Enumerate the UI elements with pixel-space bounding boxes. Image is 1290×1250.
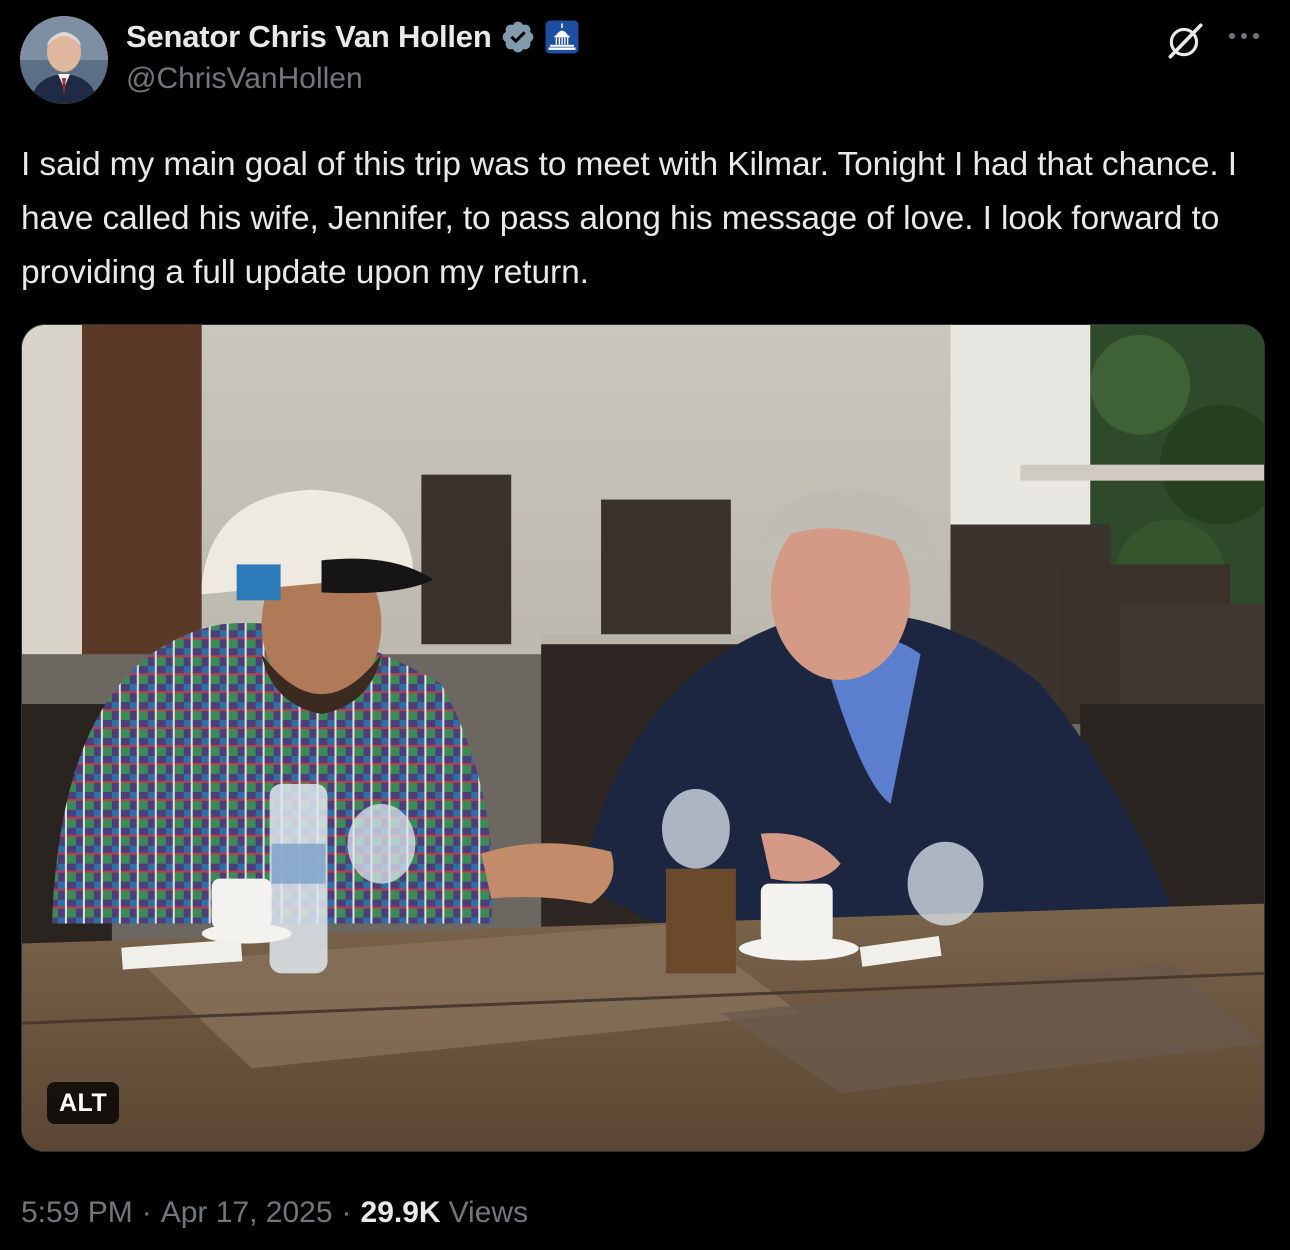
grok-icon[interactable] [1164,20,1206,62]
tweet-meta: 5:59 PM · Apr 17, 2025 · 29.9K Views [21,1196,528,1230]
more-options-icon[interactable] [1226,26,1262,46]
author-avatar[interactable] [20,16,108,104]
tweet-photo[interactable] [21,324,1265,1152]
views-count[interactable]: 29.9K [361,1196,441,1230]
tweet-date[interactable]: Apr 17, 2025 [161,1196,333,1230]
author-handle[interactable]: @ChrisVanHollen [126,62,363,96]
tweet-text: I said my main goal of this trip was to … [21,146,1237,291]
us-capitol-icon[interactable] [544,19,580,55]
photo-two-men-at-table [22,325,1264,1151]
meta-separator: · [141,1196,152,1229]
views-label[interactable]: Views [449,1196,528,1230]
author-display-name[interactable]: Senator Chris Van Hollen [126,19,492,55]
tweet-time[interactable]: 5:59 PM [21,1196,133,1230]
meta-separator: · [341,1196,352,1229]
verified-badge-icon[interactable] [500,19,536,55]
alt-text-badge[interactable]: ALT [47,1082,120,1124]
author-name-row: Senator Chris Van Hollen [126,17,580,57]
avatar-image [20,16,108,104]
